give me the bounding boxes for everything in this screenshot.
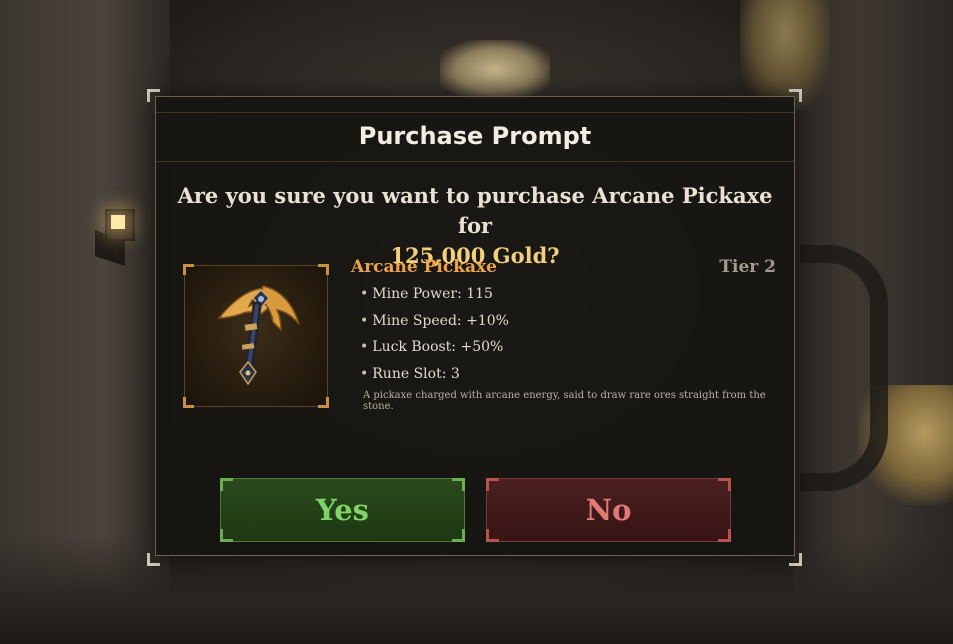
stat-rune-slot: • Rune Slot: 3	[360, 363, 509, 390]
yes-button-label: Yes	[316, 493, 369, 527]
bullet-icon: •	[360, 312, 369, 329]
stat-mine-power: • Mine Power: 115	[360, 283, 509, 310]
bullet-icon: •	[360, 365, 369, 382]
purchase-question-text: Are you sure you want to purchase Arcane…	[177, 183, 773, 238]
item-tier: Tier 2	[719, 257, 776, 277]
item-name: Arcane Pickaxe	[351, 257, 497, 277]
stat-label: Mine Power: 115	[372, 286, 493, 302]
no-button[interactable]: No	[486, 478, 731, 542]
stat-luck-boost: • Luck Boost: +50%	[360, 336, 509, 363]
pickaxe-icon	[217, 285, 300, 386]
bullet-icon: •	[360, 339, 369, 355]
yes-button[interactable]: Yes	[220, 478, 465, 542]
item-description: A pickaxe charged with arcane energy, sa…	[363, 390, 766, 412]
no-button-label: No	[585, 493, 632, 527]
plant-top-decoration	[740, 0, 830, 110]
stat-mine-speed: • Mine Speed: +10%	[360, 310, 509, 337]
item-preview-frame	[183, 264, 329, 408]
stat-label: Mine Speed: +10%	[372, 312, 509, 329]
plant-center-decoration	[440, 40, 550, 100]
wall-lamp	[95, 205, 139, 269]
dialog-title: Purchase Prompt	[358, 122, 592, 150]
stat-label: Luck Boost: +50%	[372, 339, 504, 355]
bullet-icon: •	[360, 286, 369, 302]
purchase-prompt-dialog: Purchase Prompt Are you sure you want to…	[155, 96, 795, 556]
stone-ring-decoration	[800, 245, 888, 491]
dialog-title-bar: Purchase Prompt	[156, 112, 794, 162]
stat-label: Rune Slot: 3	[372, 365, 460, 382]
item-stats-list: • Mine Power: 115 • Mine Speed: +10% • Luck…	[360, 283, 509, 389]
